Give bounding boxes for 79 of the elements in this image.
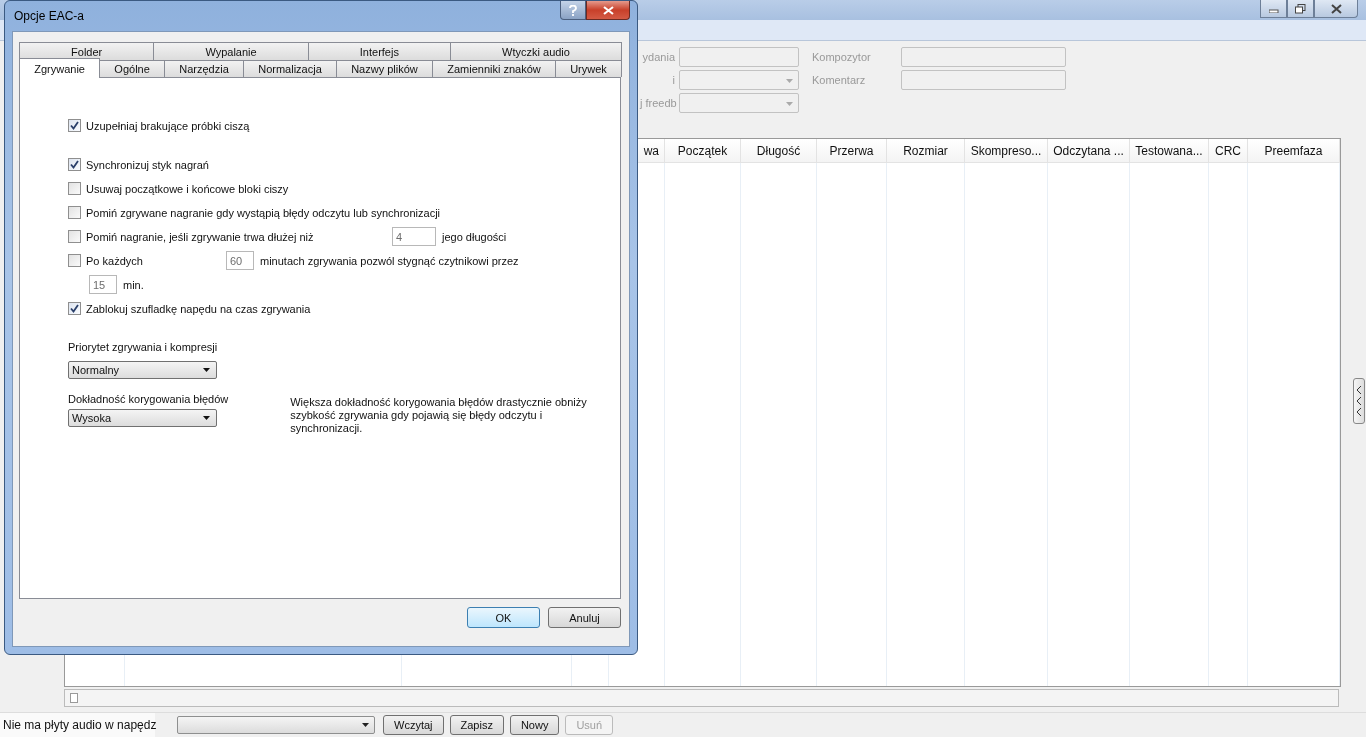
tab[interactable]: Nazwy plików bbox=[335, 60, 433, 77]
accuracy-dropdown[interactable]: Wysoka bbox=[68, 409, 217, 427]
status-text: Nie ma płyty audio w napędz bbox=[0, 713, 155, 737]
toolbar-button[interactable]: Wczytaj bbox=[383, 715, 444, 735]
tab[interactable]: Ogólne bbox=[99, 60, 166, 77]
number-field[interactable]: 4 bbox=[392, 227, 436, 246]
dialog-button[interactable]: OK bbox=[467, 607, 540, 628]
checkbox-label: Uzupełniaj brakujące próbki ciszą bbox=[86, 119, 250, 132]
tab[interactable]: Zamienniki znaków bbox=[432, 60, 556, 77]
toolbar-button[interactable]: Zapisz bbox=[449, 715, 504, 735]
chevrons-left-icon bbox=[1355, 383, 1363, 419]
checkbox[interactable] bbox=[68, 302, 81, 315]
dialog-button[interactable]: Anuluj bbox=[548, 607, 621, 628]
number-field[interactable]: 60 bbox=[226, 251, 254, 270]
checkbox-label: Zablokuj szufladkę napędu na czas zgrywania bbox=[86, 302, 311, 315]
input-field[interactable] bbox=[679, 47, 799, 67]
combo-box[interactable] bbox=[177, 716, 375, 734]
tab[interactable]: Normalizacja bbox=[243, 60, 337, 77]
restore-button[interactable] bbox=[1287, 0, 1314, 18]
help-icon bbox=[569, 4, 577, 16]
checkbox-label: Synchronizuj styk nagrań bbox=[86, 158, 209, 171]
input-field[interactable] bbox=[901, 47, 1066, 67]
column-header[interactable]: CRC bbox=[1209, 139, 1248, 162]
tab[interactable]: Zgrywanie bbox=[19, 58, 101, 78]
unit-label: minutach zgrywania pozwól stygnąć czytnikowi przez bbox=[260, 254, 519, 267]
checkbox[interactable] bbox=[68, 158, 81, 171]
close-button[interactable] bbox=[586, 1, 630, 20]
dropdown-label: Priorytet zgrywania i kompresji bbox=[68, 341, 219, 353]
column-header[interactable]: Początek bbox=[665, 139, 741, 162]
field-label: Kompozytor bbox=[811, 51, 872, 63]
unit-label: jego długości bbox=[442, 230, 507, 243]
collapse-button[interactable] bbox=[1353, 378, 1365, 424]
caret-icon bbox=[786, 79, 793, 83]
checkbox-label: Pomiń zgrywane nagranie gdy wystąpią błędy odczytu lub synchronizacji bbox=[86, 206, 441, 219]
field-label: Komentarz bbox=[811, 74, 867, 86]
tab[interactable]: Narzędzia bbox=[164, 60, 244, 77]
tab[interactable]: Folder bbox=[19, 42, 155, 60]
unit-label: min. bbox=[123, 278, 144, 291]
checkbox[interactable] bbox=[68, 206, 81, 219]
combo-box[interactable] bbox=[679, 70, 799, 90]
checkbox[interactable] bbox=[68, 254, 81, 267]
restore-icon bbox=[1295, 3, 1306, 14]
close-button[interactable] bbox=[1314, 0, 1358, 18]
caret-icon bbox=[786, 102, 793, 106]
toolbar-button[interactable]: Nowy bbox=[509, 715, 560, 735]
close-icon bbox=[602, 5, 614, 15]
caret-icon bbox=[203, 368, 210, 372]
column-header[interactable]: Preemfaza bbox=[1248, 139, 1340, 162]
checkbox-label: Pomiń nagranie, jeśli zgrywanie trwa dłużej niż bbox=[86, 230, 315, 243]
note-text: Większa dokładność korygowania błędów drastycznie obniży szybkość zgrywania gdy pojawią się błędy odczytu i synchronizacji. bbox=[290, 396, 588, 435]
column-header[interactable]: Odczytana ... bbox=[1048, 139, 1130, 162]
column-header[interactable]: Przerwa bbox=[817, 139, 887, 162]
checkbox-label: Po każdych bbox=[86, 254, 144, 267]
tab[interactable]: Wypalanie bbox=[153, 42, 309, 60]
column-header[interactable]: Testowana... bbox=[1130, 139, 1209, 162]
field-label: j freedb bbox=[640, 97, 678, 109]
field-label: i bbox=[671, 74, 676, 86]
dropdown-label: Dokładność korygowania błędów bbox=[68, 393, 229, 405]
caret-icon bbox=[203, 416, 210, 420]
field-label: ydania bbox=[641, 51, 676, 63]
tab[interactable]: Interfejs bbox=[307, 42, 451, 60]
input-field[interactable] bbox=[901, 70, 1066, 90]
horizontal-scrollbar[interactable] bbox=[64, 689, 1339, 707]
tab[interactable]: Urywek bbox=[554, 60, 623, 77]
checkbox[interactable] bbox=[68, 182, 81, 195]
caret-icon bbox=[362, 723, 369, 727]
close-icon bbox=[1330, 3, 1342, 14]
help-button[interactable] bbox=[560, 1, 586, 20]
number-field[interactable]: 15 bbox=[89, 275, 117, 294]
column-header[interactable]: Długość bbox=[741, 139, 817, 162]
column-header[interactable]: Rozmiar bbox=[887, 139, 965, 162]
checkbox[interactable] bbox=[68, 119, 81, 132]
column-header[interactable]: Skompreso... bbox=[965, 139, 1048, 162]
tab[interactable]: Wtyczki audio bbox=[450, 42, 622, 60]
dialog-title: Opcje EAC-a bbox=[13, 9, 85, 23]
combo-box[interactable] bbox=[679, 93, 799, 113]
checkbox-label: Usuwaj początkowe i końcowe bloki ciszy bbox=[86, 182, 289, 195]
checkbox[interactable] bbox=[68, 230, 81, 243]
priority-dropdown[interactable]: Normalny bbox=[68, 361, 217, 379]
